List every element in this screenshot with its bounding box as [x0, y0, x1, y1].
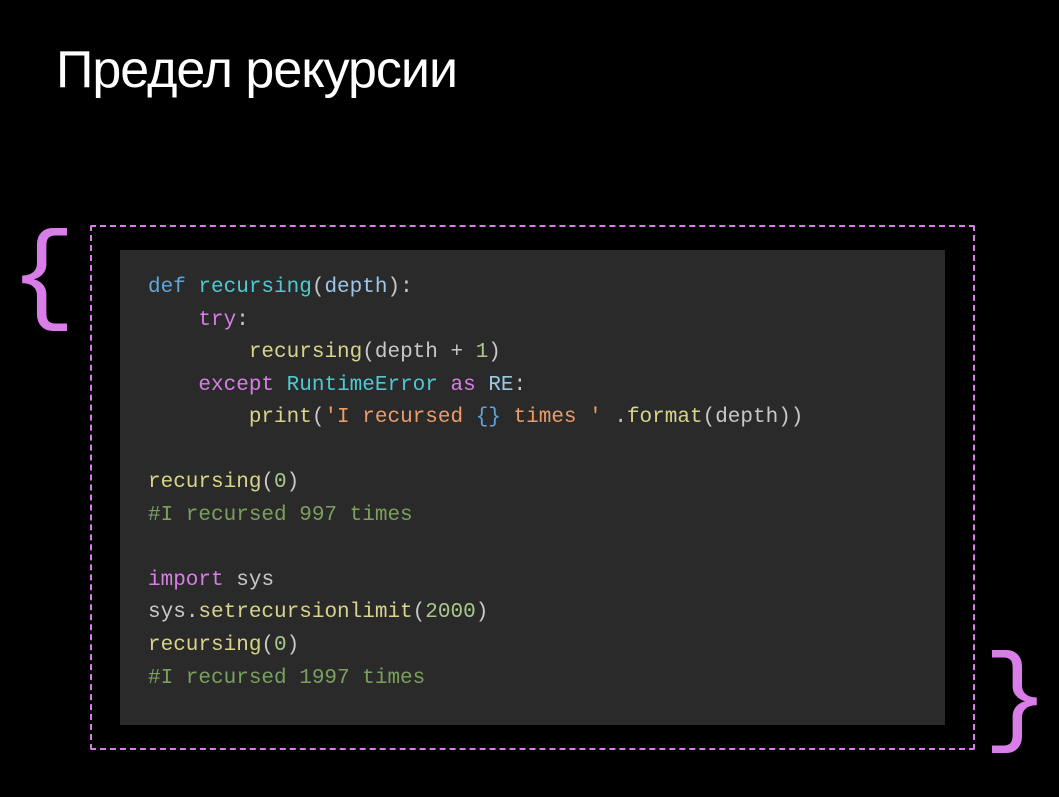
- variable: RE: [488, 374, 513, 397]
- paren-close: ): [287, 634, 300, 657]
- method-setrecursionlimit: setrecursionlimit: [198, 601, 412, 624]
- paren-close: ): [287, 471, 300, 494]
- number-literal: 0: [274, 634, 287, 657]
- code-block: def recursing(depth): try: recursing(dep…: [120, 250, 945, 725]
- paren-open: (: [703, 406, 716, 429]
- paren-open: (: [312, 406, 325, 429]
- class-name: RuntimeError: [287, 374, 438, 397]
- keyword-def: def: [148, 276, 186, 299]
- number-literal: 2000: [425, 601, 475, 624]
- dot: .: [186, 601, 199, 624]
- function-call: recursing: [249, 341, 362, 364]
- comment-output: #I recursed 1997 times: [148, 667, 425, 690]
- function-name: recursing: [198, 276, 311, 299]
- comment-output: #I recursed 997 times: [148, 504, 413, 527]
- keyword-as: as: [451, 374, 476, 397]
- paren-close: ): [476, 601, 489, 624]
- paren-close-colon: ):: [387, 276, 412, 299]
- parameter: depth: [324, 276, 387, 299]
- paren-close: ): [488, 341, 501, 364]
- method-format: format: [627, 406, 703, 429]
- paren-open: (: [261, 634, 274, 657]
- keyword-try: try: [198, 309, 236, 332]
- decorative-brace-left: {: [10, 225, 76, 335]
- paren-open: (: [312, 276, 325, 299]
- operator-plus: +: [438, 341, 476, 364]
- builtin-print: print: [249, 406, 312, 429]
- decorative-brace-right: }: [983, 647, 1049, 757]
- paren-close: )): [778, 406, 803, 429]
- format-placeholder: {}: [476, 406, 501, 429]
- keyword-except: except: [198, 374, 274, 397]
- colon: :: [514, 374, 527, 397]
- paren-open: (: [413, 601, 426, 624]
- module-name: sys: [236, 569, 274, 592]
- number-literal: 0: [274, 471, 287, 494]
- argument: depth: [715, 406, 778, 429]
- paren-open: (: [261, 471, 274, 494]
- string-literal: times ': [501, 406, 602, 429]
- colon: :: [236, 309, 249, 332]
- argument: depth: [375, 341, 438, 364]
- number-literal: 1: [476, 341, 489, 364]
- slide-title: Предел рекурсии: [0, 0, 1059, 100]
- function-call: recursing: [148, 634, 261, 657]
- paren-open: (: [362, 341, 375, 364]
- string-literal: 'I recursed: [324, 406, 475, 429]
- dot-access: .: [602, 406, 627, 429]
- function-call: recursing: [148, 471, 261, 494]
- module-ref: sys: [148, 601, 186, 624]
- keyword-import: import: [148, 569, 224, 592]
